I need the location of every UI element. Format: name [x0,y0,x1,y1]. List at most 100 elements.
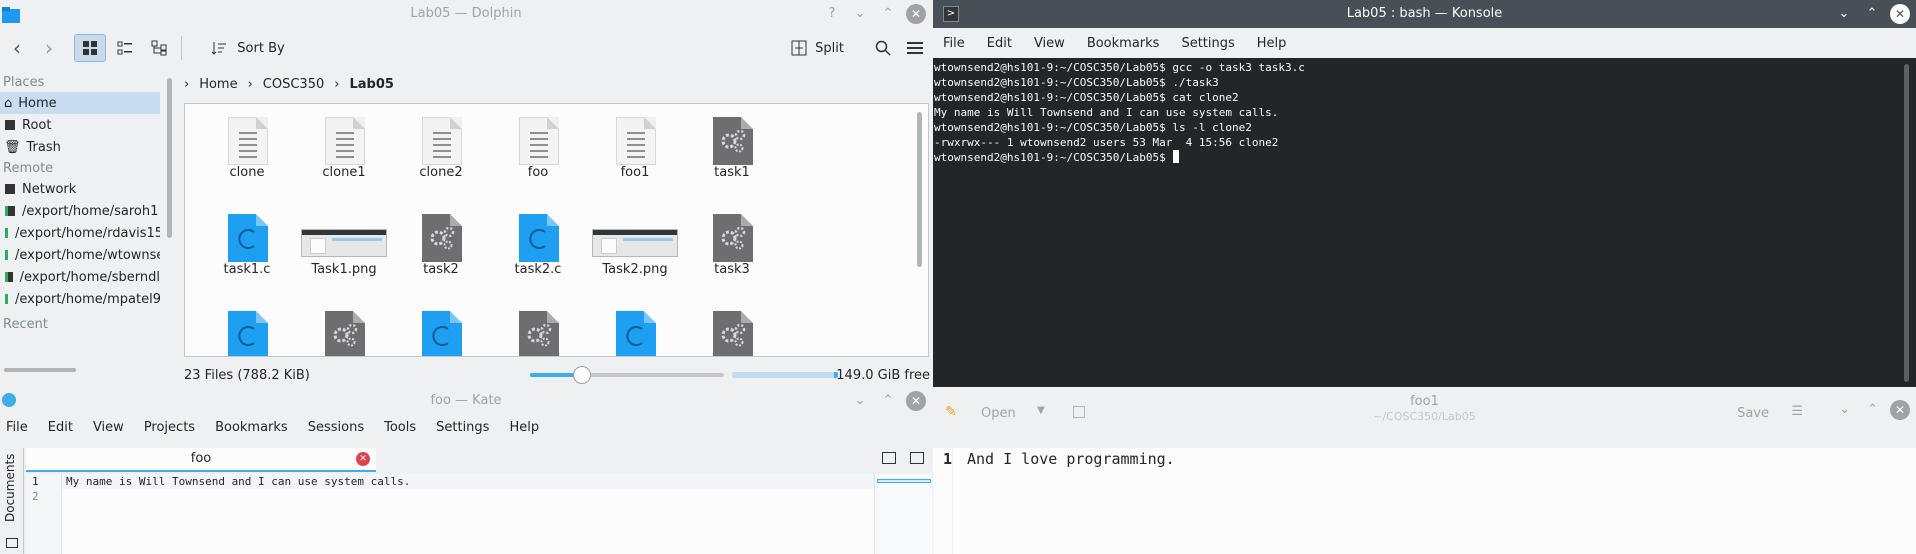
place-remote-3[interactable]: /export/home/sberndl [0,266,160,288]
file-item[interactable] [191,298,303,356]
menu-file[interactable]: File [6,420,28,435]
maximize-icon[interactable]: ⌃ [878,4,898,24]
kate-editor[interactable]: 1 2 My name is Will Townsend and I can u… [26,474,932,554]
search-button[interactable] [872,34,894,62]
menu-help[interactable]: Help [1257,36,1287,51]
menu-edit[interactable]: Edit [48,420,73,435]
konsole-titlebar[interactable]: > Lab05 : bash — Konsole ⌄ ⌃ ✕ [933,0,1916,28]
zoom-slider-handle[interactable] [573,366,592,384]
kwrite-editor[interactable]: 1 And I love programming. [933,448,1916,554]
file-item[interactable]: task2 [385,201,497,298]
split-button[interactable]: Split [791,34,844,62]
close-icon[interactable]: ✕ [906,391,926,411]
compact-view-button[interactable] [112,34,138,62]
editor-line: And I love programming. [967,450,1175,468]
menu-view[interactable]: View [1034,36,1065,51]
maximize-icon[interactable]: ⌃ [878,391,898,411]
search-icon [875,40,891,56]
places-scrollbar[interactable] [167,78,172,238]
place-remote-0[interactable]: /export/home/saroh1 [0,200,160,222]
sort-by-button[interactable]: Sort By [192,34,304,62]
file-item[interactable]: clone [191,104,303,201]
hamburger-menu-button[interactable] [904,34,926,62]
file-item[interactable]: Task2.png [579,201,691,298]
file-item[interactable] [482,298,594,356]
menu-edit[interactable]: Edit [987,36,1012,51]
folder-icon[interactable] [6,538,18,548]
terminal-output[interactable]: wtownsend2@hs101-9:~/COSC350/Lab05$ gcc … [933,58,1916,387]
file-item[interactable]: foo [482,104,594,201]
split-view-icon[interactable] [910,452,924,464]
open-file-icon[interactable] [882,452,896,464]
document-tab[interactable]: foo ✕ [26,448,376,472]
terminal-line: wtownsend2@hs101-9:~/COSC350/Lab05$ ls -… [934,121,1252,134]
close-tab-icon[interactable]: ✕ [356,452,370,466]
file-item[interactable]: task3 [676,201,788,298]
menu-tools[interactable]: Tools [384,420,416,435]
menu-settings[interactable]: Settings [436,420,489,435]
close-icon[interactable]: ✕ [1890,400,1910,420]
menu-projects[interactable]: Projects [144,420,195,435]
kwrite-header[interactable]: ✎ Open ▼ foo1 ~/COSC350/Lab05 Save ☰ ⌄ ⌃… [933,388,1916,448]
breadcrumb-home[interactable]: Home [199,77,237,92]
place-trash[interactable]: 🗑 Trash [0,136,160,158]
remote-drive-icon [5,272,13,282]
place-home[interactable]: ⌂ Home [0,92,160,114]
breadcrumb-cosc350[interactable]: COSC350 [263,77,324,92]
file-item[interactable] [676,298,788,356]
place-root[interactable]: Root [0,114,160,136]
close-icon[interactable]: ✕ [906,4,926,24]
places-hscrollbar[interactable] [4,368,76,372]
place-remote-2[interactable]: /export/home/wtownsend2 [0,244,160,266]
file-item[interactable]: Task1.png [288,201,400,298]
file-item[interactable]: clone2 [385,104,497,201]
maximize-icon[interactable]: ⌃ [1867,402,1878,417]
kate-titlebar[interactable]: foo — Kate ⌄ ⌃ ✕ [0,388,932,414]
place-remote-1[interactable]: /export/home/rdavis15 [0,222,160,244]
split-label: Split [815,40,844,56]
terminal-scrollbar[interactable] [1904,64,1909,382]
dolphin-titlebar[interactable]: Lab05 — Dolphin ? ⌄ ⌃ ✕ [0,0,932,28]
file-name: clone1 [322,165,366,180]
file-item[interactable]: task1 [676,104,788,201]
minimize-icon[interactable]: ⌄ [1834,4,1854,24]
file-item[interactable]: clone1 [288,104,400,201]
icons-view-button[interactable] [74,34,106,62]
details-view-button[interactable] [146,34,172,62]
file-view-scrollbar[interactable] [917,112,922,267]
close-icon[interactable]: ✕ [1890,4,1910,24]
menu-view[interactable]: View [93,420,124,435]
executable-icon [519,311,559,356]
breadcrumb-lab05[interactable]: Lab05 [349,77,393,92]
menu-sessions[interactable]: Sessions [308,420,364,435]
menu-bookmarks[interactable]: Bookmarks [1087,36,1160,51]
minimize-icon[interactable]: ⌄ [1839,402,1850,417]
minimize-icon[interactable]: ⌄ [850,391,870,411]
forward-button[interactable]: › [38,34,60,62]
konsole-window: > Lab05 : bash — Konsole ⌄ ⌃ ✕ File Edit… [933,0,1916,387]
minimap[interactable] [874,474,932,554]
save-button[interactable]: Save [1737,406,1769,421]
file-item[interactable] [288,298,400,356]
documents-tab[interactable]: Documents [3,452,17,522]
zoom-slider[interactable] [530,366,724,384]
minimize-icon[interactable]: ⌄ [850,4,870,24]
file-item[interactable]: task1.c [191,201,303,298]
hamburger-icon[interactable]: ☰ [1791,404,1803,419]
menu-file[interactable]: File [943,36,965,51]
executable-icon [713,117,753,165]
place-network-label: Network [22,181,77,197]
menu-help[interactable]: Help [509,420,539,435]
back-button[interactable]: ‹ [6,34,28,62]
menu-bookmarks[interactable]: Bookmarks [215,420,288,435]
place-network[interactable]: Network [0,178,160,200]
file-item[interactable]: foo1 [579,104,691,201]
file-view[interactable]: clone clone1 clone2 foo foo1 task1 task1.c Task… [184,103,929,357]
help-icon[interactable]: ? [822,4,842,24]
place-remote-4[interactable]: /export/home/mpatel9 [0,288,160,310]
file-item[interactable] [579,298,691,356]
maximize-icon[interactable]: ⌃ [1862,4,1882,24]
menu-settings[interactable]: Settings [1181,36,1234,51]
file-item[interactable]: task2.c [482,201,594,298]
file-item[interactable] [385,298,497,356]
